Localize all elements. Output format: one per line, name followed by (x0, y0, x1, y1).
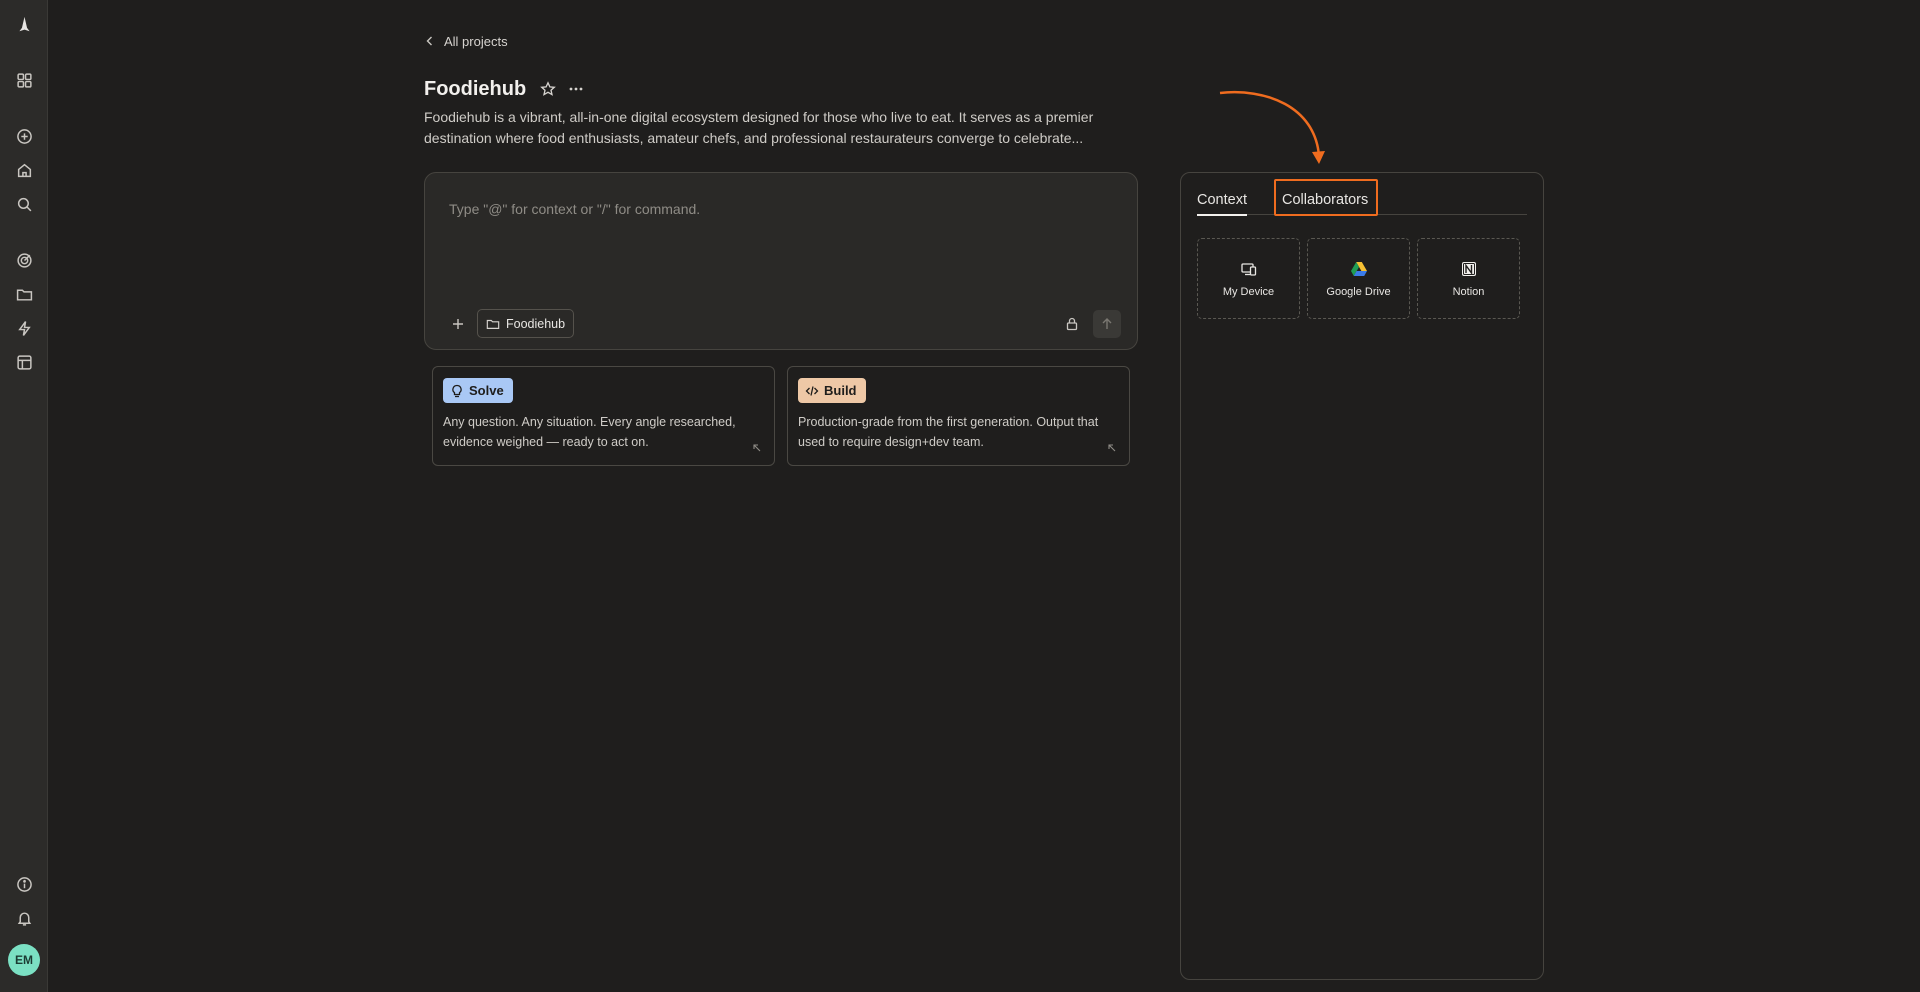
source-notion[interactable]: Notion (1417, 238, 1520, 319)
notion-icon (1461, 261, 1476, 276)
arrow-up-icon (1102, 318, 1112, 329)
folder-chip-label: Foodiehub (506, 316, 566, 331)
lock-icon (1066, 317, 1078, 331)
source-label: Google Drive (1326, 285, 1391, 298)
logo-icon[interactable] (12, 12, 36, 36)
composer: Foodiehub (424, 172, 1138, 350)
project-folder-chip[interactable]: Foodiehub (477, 309, 575, 338)
source-my-device[interactable]: My Device (1197, 238, 1300, 319)
sidebar: EM (0, 0, 48, 992)
build-mode-card[interactable]: Build Production-grade from the first ge… (787, 366, 1130, 466)
home-icon[interactable] (12, 158, 36, 182)
lightbulb-icon (452, 384, 462, 397)
solve-label: Solve (469, 383, 504, 398)
panel-tabs: Context Collaborators (1197, 187, 1527, 216)
info-icon[interactable] (12, 872, 36, 896)
solve-mode-card[interactable]: Solve Any question. Any situation. Every… (432, 366, 775, 466)
avatar[interactable]: EM (8, 944, 40, 976)
lock-button[interactable] (1059, 311, 1085, 337)
lightning-icon[interactable] (12, 316, 36, 340)
source-label: Notion (1452, 285, 1485, 298)
more-options-icon[interactable] (566, 79, 586, 99)
tab-collaborators[interactable]: Collaborators (1282, 187, 1368, 215)
chevron-left-icon (426, 36, 432, 46)
expand-arrow-icon (1108, 444, 1116, 452)
expand-arrow-icon (753, 444, 761, 452)
back-to-projects-link[interactable]: All projects (424, 32, 508, 50)
new-chat-icon[interactable] (12, 124, 36, 148)
target-icon[interactable] (12, 248, 36, 272)
prompt-input[interactable] (449, 201, 1109, 217)
search-icon[interactable] (12, 192, 36, 216)
build-description: Production-grade from the first generati… (798, 415, 1099, 449)
plus-icon (453, 319, 463, 329)
project-description: Foodiehub is a vibrant, all-in-one digit… (424, 109, 1094, 146)
tab-context[interactable]: Context (1197, 187, 1247, 216)
source-label: My Device (1222, 285, 1275, 298)
star-icon[interactable] (538, 79, 558, 99)
add-attachment-button[interactable] (445, 311, 471, 337)
folder-icon (486, 319, 500, 329)
project-title-row: Foodiehub (424, 76, 586, 102)
page-title: Foodiehub (424, 77, 527, 100)
source-google-drive[interactable]: Google Drive (1307, 238, 1410, 319)
solve-badge: Solve (443, 378, 513, 403)
apps-grid-icon[interactable] (12, 68, 36, 92)
layout-icon[interactable] (12, 350, 36, 374)
folder-icon[interactable] (12, 282, 36, 306)
back-link-label: All projects (444, 33, 508, 49)
device-icon (1240, 262, 1256, 276)
build-label: Build (824, 383, 857, 398)
google-drive-icon (1350, 261, 1367, 276)
bell-icon[interactable] (12, 906, 36, 930)
solve-description: Any question. Any situation. Every angle… (443, 415, 736, 449)
build-badge: Build (798, 378, 866, 403)
send-button[interactable] (1093, 310, 1121, 338)
code-icon (805, 385, 819, 396)
annotation-arrow-icon (1219, 91, 1325, 164)
